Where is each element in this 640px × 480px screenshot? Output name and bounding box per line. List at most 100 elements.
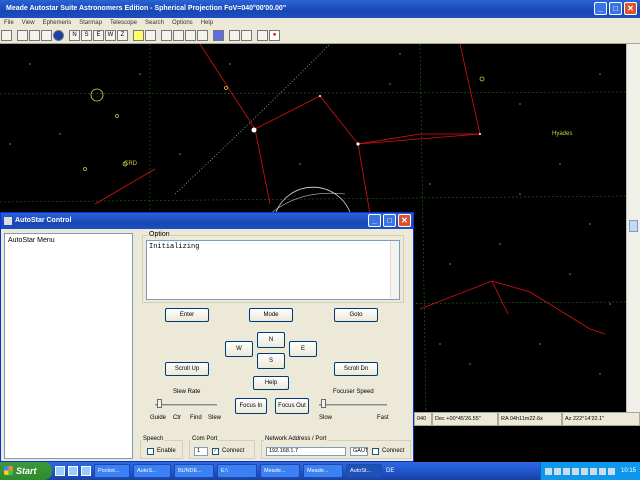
zenith-button[interactable]: Z bbox=[117, 30, 128, 41]
mode-button[interactable]: Mode bbox=[249, 308, 293, 322]
tray-icon[interactable] bbox=[589, 467, 597, 475]
speech-legend: Speech bbox=[142, 436, 165, 442]
status-az: Az 222°14'22.1" bbox=[562, 412, 640, 426]
blank-tool-icon[interactable] bbox=[257, 30, 268, 41]
menu-starmap[interactable]: Starmap bbox=[75, 18, 106, 28]
tray-icon[interactable] bbox=[553, 467, 561, 475]
chart-icon[interactable] bbox=[161, 30, 172, 41]
focuser-speed-thumb[interactable] bbox=[321, 399, 326, 408]
menu-search[interactable]: Search bbox=[141, 18, 168, 28]
start-button[interactable]: Start bbox=[0, 462, 52, 480]
autostar-title: AutoStar Control bbox=[15, 217, 72, 224]
network-connect-checkbox[interactable] bbox=[372, 448, 379, 455]
sky-vertical-scrollbar[interactable] bbox=[626, 44, 640, 412]
tray-icon[interactable] bbox=[562, 467, 570, 475]
app-icon bbox=[4, 217, 12, 225]
scroll-up-button[interactable]: Scroll Up bbox=[165, 362, 209, 376]
table-icon[interactable] bbox=[241, 30, 252, 41]
target-icon[interactable] bbox=[213, 30, 224, 41]
east-button[interactable]: E bbox=[93, 30, 104, 41]
menu-ephemeris[interactable]: Ephemeris bbox=[39, 18, 76, 28]
autostar-menu-label: AutoStar Menu bbox=[8, 237, 55, 244]
com-port-legend: Com Port bbox=[191, 436, 219, 442]
toolbar-print-icon[interactable] bbox=[17, 30, 28, 41]
globe-icon[interactable] bbox=[53, 30, 64, 41]
taskbar: Start Pocket... AutoS... BUNDE... E:\ Me… bbox=[0, 462, 640, 480]
speech-enable-checkbox[interactable] bbox=[147, 448, 154, 455]
scroll-down-button[interactable]: Scroll Dn bbox=[334, 362, 378, 376]
maximize-button[interactable]: □ bbox=[609, 2, 622, 15]
menu-file[interactable]: File bbox=[0, 18, 18, 28]
network-port-field[interactable]: GAUT bbox=[350, 447, 368, 456]
scrollbar-thumb[interactable] bbox=[629, 220, 638, 232]
north-button[interactable]: N bbox=[69, 30, 80, 41]
com-port-connect-checkbox[interactable]: ✓ bbox=[212, 448, 219, 455]
com-port-connect-label: Connect bbox=[222, 448, 245, 454]
focuser-speed-track[interactable] bbox=[319, 404, 387, 406]
language-indicator[interactable]: DE bbox=[386, 468, 410, 474]
tray-icon[interactable] bbox=[598, 467, 606, 475]
lock-icon[interactable] bbox=[145, 30, 156, 41]
tray-icon[interactable] bbox=[571, 467, 579, 475]
main-window-titlebar[interactable]: Meade Autostar Suite Astronomers Edition… bbox=[0, 0, 640, 18]
west-button[interactable]: W bbox=[225, 341, 253, 357]
quicklaunch-media-icon[interactable] bbox=[81, 466, 91, 476]
south-button[interactable]: S bbox=[81, 30, 92, 41]
task-item[interactable]: Meade... bbox=[303, 464, 343, 478]
zoom-out-icon[interactable] bbox=[41, 30, 52, 41]
option-textarea[interactable]: Initializing bbox=[146, 240, 400, 300]
quicklaunch-browser-icon[interactable] bbox=[68, 466, 78, 476]
menu-options[interactable]: Options bbox=[168, 18, 197, 28]
autostar-menu-panel[interactable]: AutoStar Menu bbox=[4, 233, 133, 459]
focus-in-button[interactable]: Focus In bbox=[235, 398, 267, 414]
pin-icon[interactable]: ● bbox=[269, 30, 280, 41]
track-icon[interactable] bbox=[197, 30, 208, 41]
west-button[interactable]: W bbox=[105, 30, 116, 41]
help-button[interactable]: Help bbox=[253, 376, 289, 390]
task-item[interactable]: Meade... bbox=[260, 464, 300, 478]
slew-tick-ctr: Ctr bbox=[173, 415, 181, 421]
tray-icon[interactable] bbox=[580, 467, 588, 475]
network-connect-label: Connect bbox=[382, 448, 405, 454]
east-button[interactable]: E bbox=[289, 341, 317, 357]
autostar-maximize-button[interactable]: □ bbox=[383, 214, 396, 227]
tray-icon[interactable] bbox=[544, 467, 552, 475]
close-button[interactable]: ✕ bbox=[624, 2, 637, 15]
menu-help[interactable]: Help bbox=[197, 18, 217, 28]
autostar-minimize-button[interactable]: _ bbox=[368, 214, 381, 227]
south-button[interactable]: S bbox=[257, 353, 285, 369]
task-item[interactable]: AutoSt... bbox=[346, 464, 382, 478]
focuser-speed-min: Slow bbox=[319, 415, 333, 421]
com-port-field[interactable]: 1 bbox=[194, 447, 208, 456]
task-item[interactable]: AutoS... bbox=[133, 464, 171, 478]
speech-enable-label: Enable bbox=[157, 448, 176, 454]
menu-view[interactable]: View bbox=[18, 18, 39, 28]
network-address-field[interactable]: 192.168.1.7 bbox=[266, 447, 346, 456]
north-button[interactable]: N bbox=[257, 332, 285, 348]
list-icon[interactable] bbox=[229, 30, 240, 41]
option-scrollbar[interactable] bbox=[390, 241, 399, 299]
toolbar: N S E W Z ● bbox=[0, 28, 640, 44]
tray-icon[interactable] bbox=[607, 467, 615, 475]
autostar-close-button[interactable]: ✕ bbox=[398, 214, 411, 227]
task-item[interactable]: BUNDE... bbox=[174, 464, 214, 478]
slew-rate-track[interactable] bbox=[155, 404, 217, 406]
telescope-icon[interactable] bbox=[173, 30, 184, 41]
goto-button[interactable]: Goto bbox=[334, 308, 378, 322]
sync-icon[interactable] bbox=[185, 30, 196, 41]
slew-rate-thumb[interactable] bbox=[157, 399, 162, 408]
task-item[interactable]: Pocket... bbox=[94, 464, 130, 478]
enter-button[interactable]: Enter bbox=[165, 308, 209, 322]
menu-telescope[interactable]: Telescope bbox=[106, 18, 141, 28]
toolbar-grid-icon[interactable] bbox=[1, 30, 12, 41]
status-field-fov: 040 bbox=[414, 412, 432, 426]
autostar-dialog: AutoStar Control _ □ ✕ AutoStar Menu Opt… bbox=[0, 212, 414, 462]
zoom-in-icon[interactable] bbox=[29, 30, 40, 41]
task-item[interactable]: E:\ bbox=[217, 464, 257, 478]
home-icon[interactable] bbox=[133, 30, 144, 41]
autostar-titlebar[interactable]: AutoStar Control _ □ ✕ bbox=[1, 213, 413, 229]
minimize-button[interactable]: _ bbox=[594, 2, 607, 15]
slew-tick-slew: Slew bbox=[208, 415, 222, 421]
quicklaunch-desktop-icon[interactable] bbox=[55, 466, 65, 476]
focus-out-button[interactable]: Focus Out bbox=[275, 398, 309, 414]
